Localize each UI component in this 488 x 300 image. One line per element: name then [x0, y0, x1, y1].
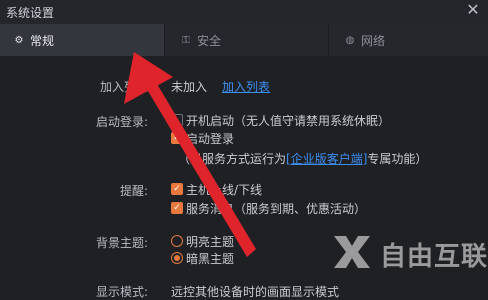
arrow-shaft: [145, 79, 256, 257]
annotation-arrow: [124, 52, 256, 257]
arrow-head: [124, 52, 173, 104]
